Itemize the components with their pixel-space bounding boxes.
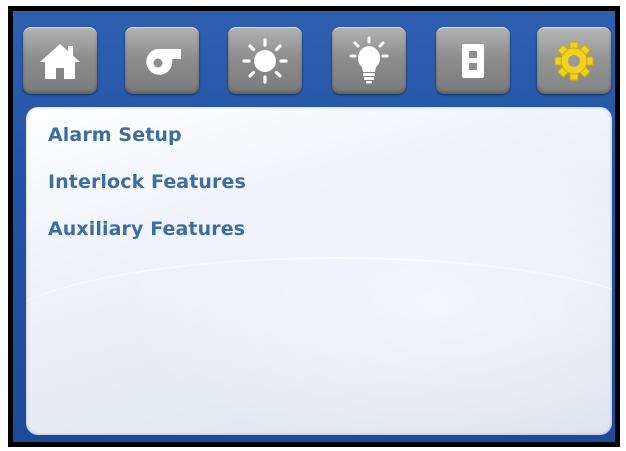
switch-button[interactable] — [436, 27, 510, 94]
sun-button[interactable] — [228, 27, 302, 94]
settings-menu-list: Alarm Setup Interlock Features Auxiliary… — [48, 123, 246, 264]
settings-button[interactable] — [537, 27, 611, 94]
menu-item-alarm-setup[interactable]: Alarm Setup — [48, 123, 246, 147]
fan-button[interactable] — [125, 27, 199, 94]
home-button[interactable] — [23, 27, 97, 94]
switch-icon — [453, 39, 493, 83]
top-toolbar — [23, 19, 611, 99]
light-button[interactable] — [332, 27, 406, 94]
settings-menu-panel: Alarm Setup Interlock Features Auxiliary… — [26, 107, 612, 435]
sun-icon — [239, 37, 291, 85]
screen-bezel: Alarm Setup Interlock Features Auxiliary… — [13, 11, 615, 442]
panel-swoosh-decoration — [26, 257, 612, 419]
lightbulb-icon — [343, 36, 395, 86]
home-icon — [37, 40, 83, 82]
gear-icon — [551, 38, 597, 84]
menu-item-auxiliary-features[interactable]: Auxiliary Features — [48, 217, 246, 241]
menu-item-interlock-features[interactable]: Interlock Features — [48, 170, 246, 194]
fan-icon — [139, 40, 185, 82]
device-screen: Alarm Setup Interlock Features Auxiliary… — [8, 6, 620, 447]
